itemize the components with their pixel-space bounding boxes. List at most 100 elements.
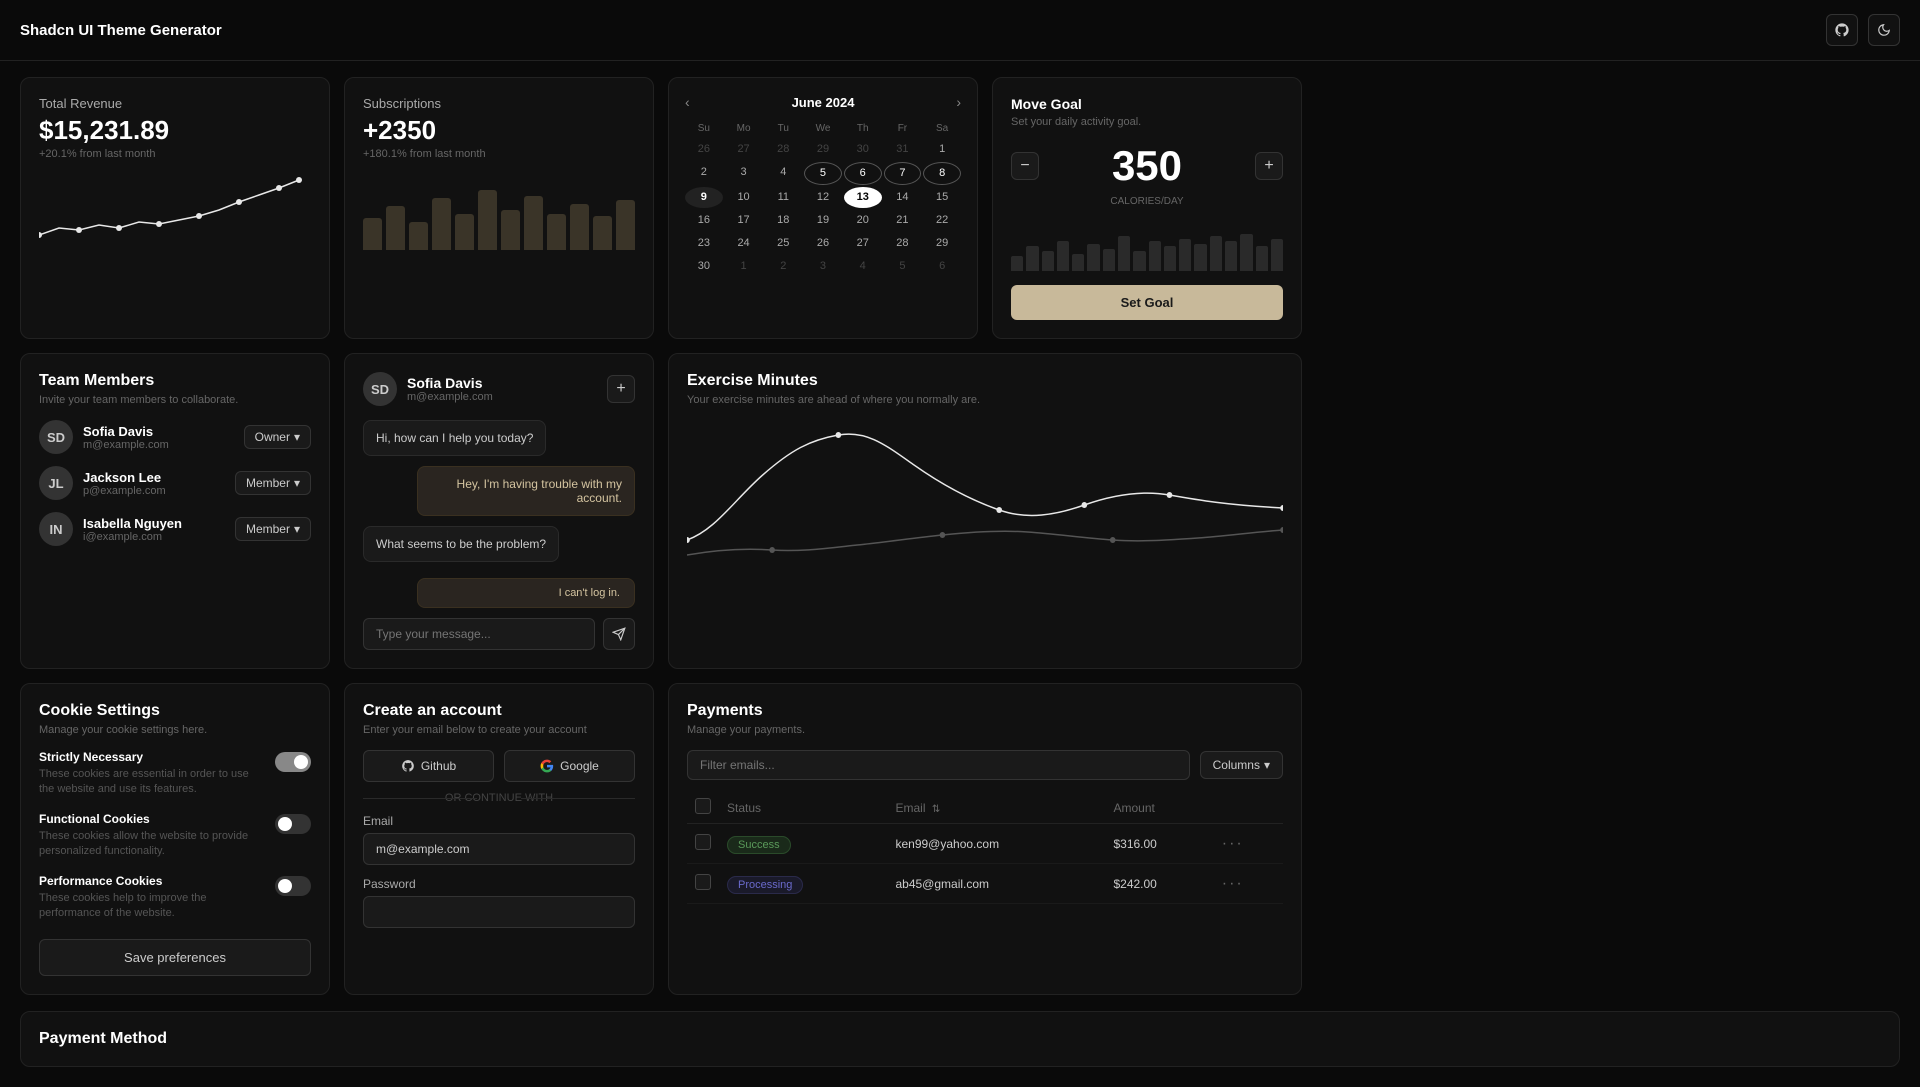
calendar-day[interactable]: 18 <box>764 210 802 231</box>
row-more-btn[interactable]: ··· <box>1222 835 1244 853</box>
calendar-day[interactable]: 24 <box>725 233 763 254</box>
row-more-btn[interactable]: ··· <box>1222 875 1244 893</box>
row-email: ab45@gmail.com <box>887 864 1105 904</box>
calendar-day[interactable]: 17 <box>725 210 763 231</box>
theme-toggle-btn[interactable] <box>1868 14 1900 46</box>
calendar-day[interactable]: 2 <box>685 162 723 185</box>
revenue-chart <box>39 170 311 240</box>
calendar-day[interactable]: 29 <box>804 139 842 160</box>
calendar-day[interactable]: 4 <box>764 162 802 185</box>
calendar-day[interactable]: 31 <box>884 139 922 160</box>
calendar-day[interactable]: 1 <box>725 256 763 277</box>
cookie-title: Cookie Settings <box>39 702 311 720</box>
calories-minus-btn[interactable]: − <box>1011 152 1039 180</box>
save-preferences-btn[interactable]: Save preferences <box>39 939 311 976</box>
calendar-day[interactable]: 26 <box>685 139 723 160</box>
cookie-toggle[interactable] <box>275 876 311 896</box>
calendar-day[interactable]: 29 <box>923 233 961 254</box>
calendar-day[interactable]: 13 <box>844 187 882 208</box>
header: Shadcn UI Theme Generator <box>0 0 1920 61</box>
calendar-day[interactable]: 6 <box>923 256 961 277</box>
table-row: Success ken99@yahoo.com $316.00 ··· <box>687 824 1283 864</box>
calendar-day[interactable]: 14 <box>884 187 922 208</box>
calendar-day[interactable]: 9 <box>685 187 723 208</box>
calendar-day-label: Th <box>844 120 882 137</box>
calendar-day[interactable]: 27 <box>844 233 882 254</box>
calendar-day[interactable]: 10 <box>725 187 763 208</box>
columns-btn[interactable]: Columns ▾ <box>1200 751 1283 779</box>
table-header-checkbox <box>687 792 719 824</box>
status-badge: Processing <box>727 876 803 894</box>
subscriptions-card: Subscriptions +2350 +180.1% from last mo… <box>344 77 654 339</box>
calendar-day[interactable]: 28 <box>764 139 802 160</box>
role-selector[interactable]: Member ▾ <box>235 471 311 495</box>
chevron-down-icon: ▾ <box>1264 758 1270 772</box>
row-amount: $242.00 <box>1105 864 1213 904</box>
create-account-card: Create an account Enter your email below… <box>344 683 654 995</box>
github-oauth-btn[interactable]: Github <box>363 750 494 782</box>
calendar-day[interactable]: 12 <box>804 187 842 208</box>
move-bar <box>1057 241 1069 271</box>
chat-msg-2: Hey, I'm having trouble with my account. <box>363 466 635 516</box>
sub-bar <box>432 198 451 250</box>
role-selector[interactable]: Member ▾ <box>235 517 311 541</box>
cookie-description: These cookies are essential in order to … <box>39 767 265 798</box>
send-message-btn[interactable] <box>603 618 635 650</box>
chevron-down-icon: ▾ <box>294 430 300 444</box>
calendar-day[interactable]: 19 <box>804 210 842 231</box>
calendar-day[interactable]: 4 <box>844 256 882 277</box>
role-selector[interactable]: Owner ▾ <box>244 425 311 449</box>
calendar-day[interactable]: 3 <box>725 162 763 185</box>
calendar-day[interactable]: 22 <box>923 210 961 231</box>
set-goal-btn[interactable]: Set Goal <box>1011 285 1283 320</box>
member-email: p@example.com <box>83 485 225 497</box>
payment-method-title: Payment Method <box>39 1030 1881 1048</box>
payment-method-section: Payment Method <box>0 1011 1920 1087</box>
payment-method-card: Payment Method <box>20 1011 1900 1067</box>
calendar-day[interactable]: 21 <box>884 210 922 231</box>
row-checkbox[interactable] <box>695 834 711 850</box>
calendar-day[interactable]: 26 <box>804 233 842 254</box>
calendar-day[interactable]: 16 <box>685 210 723 231</box>
calendar-day[interactable]: 30 <box>844 139 882 160</box>
calendar-day[interactable]: 5 <box>884 256 922 277</box>
calendar-day[interactable]: 7 <box>884 162 922 185</box>
calendar-day[interactable]: 3 <box>804 256 842 277</box>
calendar-day-label: Mo <box>725 120 763 137</box>
calories-plus-btn[interactable]: + <box>1255 152 1283 180</box>
member-name: Isabella Nguyen <box>83 516 225 531</box>
row-checkbox[interactable] <box>695 874 711 890</box>
cookie-description: These cookies help to improve the perfor… <box>39 891 265 922</box>
select-all-checkbox[interactable] <box>695 798 711 814</box>
calendar-next-btn[interactable]: › <box>956 94 961 110</box>
calendar-day[interactable]: 5 <box>804 162 842 185</box>
calendar-day[interactable]: 30 <box>685 256 723 277</box>
calendar-day[interactable]: 8 <box>923 162 961 185</box>
cookie-toggle[interactable] <box>275 752 311 772</box>
email-field[interactable] <box>363 833 635 865</box>
chat-header: SD Sofia Davis m@example.com + <box>363 372 635 406</box>
calendar-day[interactable]: 25 <box>764 233 802 254</box>
cookie-toggle[interactable] <box>275 814 311 834</box>
exercise-title: Exercise Minutes <box>687 372 1283 390</box>
calendar-day[interactable]: 2 <box>764 256 802 277</box>
calendar-day[interactable]: 11 <box>764 187 802 208</box>
calories-unit: CALORIES/DAY <box>1011 196 1283 207</box>
calendar-day[interactable]: 20 <box>844 210 882 231</box>
github-icon-btn[interactable] <box>1826 14 1858 46</box>
calendar-card: ‹ June 2024 › SuMoTuWeThFrSa262728293031… <box>668 77 978 339</box>
calendar-prev-btn[interactable]: ‹ <box>685 94 690 110</box>
chat-add-btn[interactable]: + <box>607 375 635 403</box>
password-field[interactable] <box>363 896 635 928</box>
chat-message-input[interactable] <box>363 618 595 650</box>
calendar-day[interactable]: 1 <box>923 139 961 160</box>
sub-bar <box>616 200 635 250</box>
calendar-day[interactable]: 15 <box>923 187 961 208</box>
calendar-day[interactable]: 23 <box>685 233 723 254</box>
calendar-day[interactable]: 28 <box>884 233 922 254</box>
calendar-day[interactable]: 6 <box>844 162 882 185</box>
google-small-icon <box>540 759 554 773</box>
google-oauth-btn[interactable]: Google <box>504 750 635 782</box>
filter-emails-input[interactable] <box>687 750 1190 780</box>
calendar-day[interactable]: 27 <box>725 139 763 160</box>
